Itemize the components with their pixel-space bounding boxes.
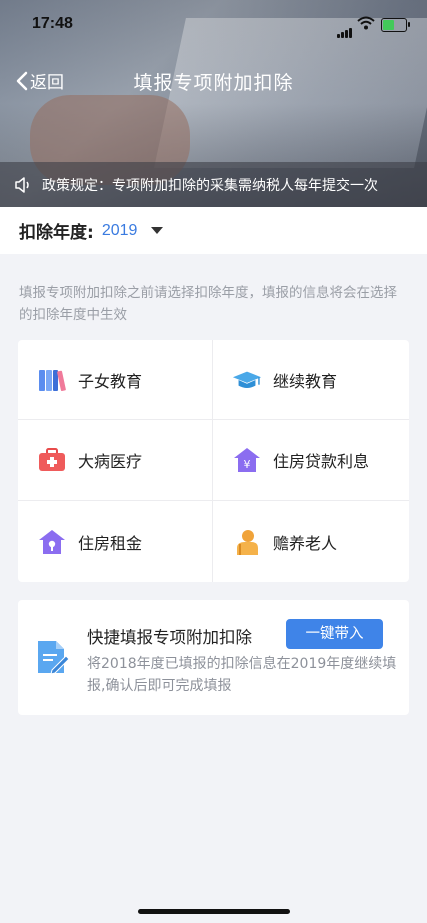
category-children-education[interactable]: 子女教育 [18, 340, 213, 420]
quick-fill-card: 快捷填报专项附加扣除 一键带入 将2018年度已填报的扣除信息在2019年度继续… [18, 600, 409, 715]
category-serious-illness-medical[interactable]: 大病医疗 [18, 420, 213, 501]
policy-notice-text: 政策规定：专项附加扣除的采集需纳税人每年提交一次 [42, 177, 378, 194]
deduction-year-selector[interactable]: 扣除年度: 2019 [0, 207, 427, 254]
category-label: 住房租金 [78, 533, 143, 553]
category-label: 子女教育 [78, 371, 143, 391]
status-bar: 17:48 [0, 0, 427, 46]
elderly-icon [232, 527, 262, 557]
battery-icon [381, 18, 410, 32]
svg-text:¥: ¥ [244, 458, 251, 471]
category-continuing-education[interactable]: 继续教育 [213, 340, 409, 420]
graduation-cap-icon [232, 365, 262, 395]
house-yen-icon: ¥ [232, 445, 262, 475]
home-indicator[interactable] [138, 909, 290, 914]
speaker-icon [15, 176, 29, 193]
instruction-text: 填报专项附加扣除之前请选择扣除年度，填报的信息将会在选择的扣除年度中生效 [19, 285, 397, 323]
quick-fill-title: 快捷填报专项附加扣除 [87, 628, 252, 647]
one-click-import-button[interactable]: 一键带入 [286, 619, 383, 649]
category-label: 继续教育 [273, 371, 338, 391]
cellular-signal-icon [337, 19, 353, 38]
category-label: 大病医疗 [78, 452, 143, 471]
policy-notice-bar: 政策规定：专项附加扣除的采集需纳税人每年提交一次 [0, 162, 427, 207]
navigation-bar: 返回 填报专项附加扣除 [0, 58, 427, 102]
category-housing-rent[interactable]: 住房租金 [18, 501, 213, 582]
category-label: 住房贷款利息 [273, 452, 370, 471]
caret-down-icon[interactable] [151, 227, 164, 234]
books-icon [37, 365, 67, 395]
wifi-icon [357, 15, 375, 34]
category-elderly-support[interactable]: 赡养老人 [213, 501, 409, 582]
house-key-icon [37, 527, 67, 557]
page-title: 填报专项附加扣除 [133, 72, 294, 94]
deduction-year-value[interactable]: 2019 [102, 222, 138, 240]
deduction-year-label: 扣除年度: [19, 223, 94, 243]
category-housing-loan-interest[interactable]: ¥ 住房贷款利息 [213, 420, 409, 501]
edit-document-icon [36, 639, 70, 679]
status-time: 17:48 [32, 15, 73, 32]
deduction-category-grid: 子女教育 继续教育 大病医疗 ¥ 住房贷款利息 住房租金 赡养老人 [18, 340, 409, 582]
medical-kit-icon [37, 445, 67, 475]
category-label: 赡养老人 [273, 533, 338, 553]
quick-fill-description: 将2018年度已填报的扣除信息在2019年度继续填报,确认后即可完成填报 [87, 656, 397, 694]
